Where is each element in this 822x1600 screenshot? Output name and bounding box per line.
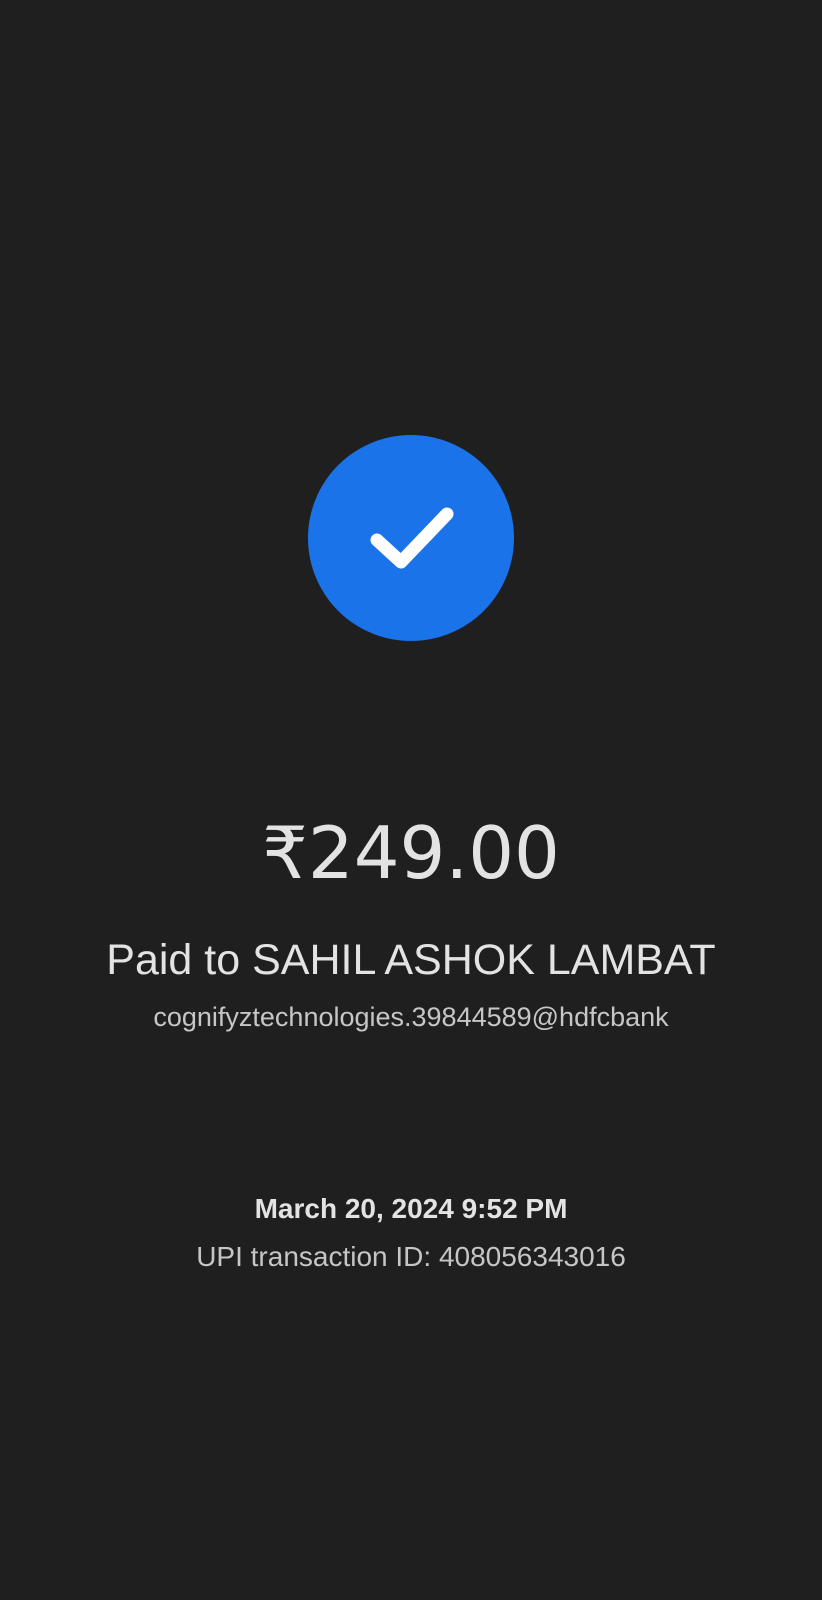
transaction-id: UPI transaction ID: 408056343016 [196,1241,626,1272]
payment-amount: ₹249.00 [262,811,560,895]
check-icon [370,507,454,569]
success-badge [308,435,514,641]
payee-upi-id: cognifyztechnologies.39844589@hdfcbank [153,1002,669,1032]
transaction-datetime: March 20, 2024 9:52 PM [254,1193,568,1224]
payee-name: Paid to SAHIL ASHOK LAMBAT [106,936,716,984]
payment-success-screen: ₹249.00 Paid to SAHIL ASHOK LAMBAT cogni… [0,0,822,1600]
